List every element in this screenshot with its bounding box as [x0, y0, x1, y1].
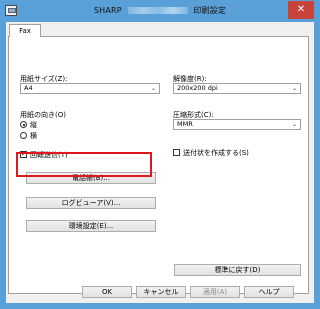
- title-bar: SHARP 印刷設定 ✕: [0, 0, 320, 22]
- resolution-value: 200x200 dpi: [177, 84, 218, 92]
- window-title: SHARP 印刷設定: [0, 5, 320, 16]
- help-button[interactable]: ヘルプ: [244, 286, 294, 298]
- compression-select[interactable]: MMR ⌄: [173, 119, 301, 130]
- cover-sheet-checkbox[interactable]: [173, 149, 180, 156]
- restore-defaults-button[interactable]: 標準に戻す(D): [174, 264, 301, 276]
- apply-button[interactable]: 適用(A): [190, 286, 240, 298]
- close-button[interactable]: ✕: [288, 1, 314, 19]
- ok-button[interactable]: OK: [82, 286, 132, 298]
- paper-size-value: A4: [24, 84, 33, 92]
- env-settings-button[interactable]: 環境設定(E)...: [26, 220, 156, 232]
- cover-sheet-label: 送付状を作成する(S): [183, 149, 249, 157]
- chevron-down-icon: ⌄: [291, 85, 297, 92]
- compression-value: MMR: [177, 120, 193, 128]
- chevron-down-icon: ⌄: [150, 85, 156, 92]
- title-right: 印刷設定: [193, 6, 227, 15]
- redacted-printer-name: [127, 7, 188, 14]
- orientation-label: 用紙の向き(O): [20, 111, 66, 119]
- orientation-landscape-label: 横: [30, 132, 37, 140]
- log-viewer-button[interactable]: ログビューア(V)...: [26, 197, 156, 209]
- cancel-button[interactable]: キャンセル: [136, 286, 186, 298]
- print-settings-window: SHARP 印刷設定 ✕ Fax 用紙サイズ(Z): A4 ⌄ 用紙の向き(O)…: [0, 0, 320, 309]
- paper-size-select[interactable]: A4 ⌄: [20, 83, 160, 94]
- phonebook-highlight-frame: [16, 152, 152, 177]
- chevron-down-icon: ⌄: [291, 121, 297, 128]
- resolution-select[interactable]: 200x200 dpi ⌄: [173, 83, 301, 94]
- orientation-landscape-radio[interactable]: [20, 132, 27, 139]
- tab-fax[interactable]: Fax: [9, 24, 41, 37]
- orientation-portrait-radio[interactable]: [20, 121, 27, 128]
- orientation-portrait-label: 縦: [30, 121, 37, 129]
- title-left: SHARP: [93, 6, 122, 15]
